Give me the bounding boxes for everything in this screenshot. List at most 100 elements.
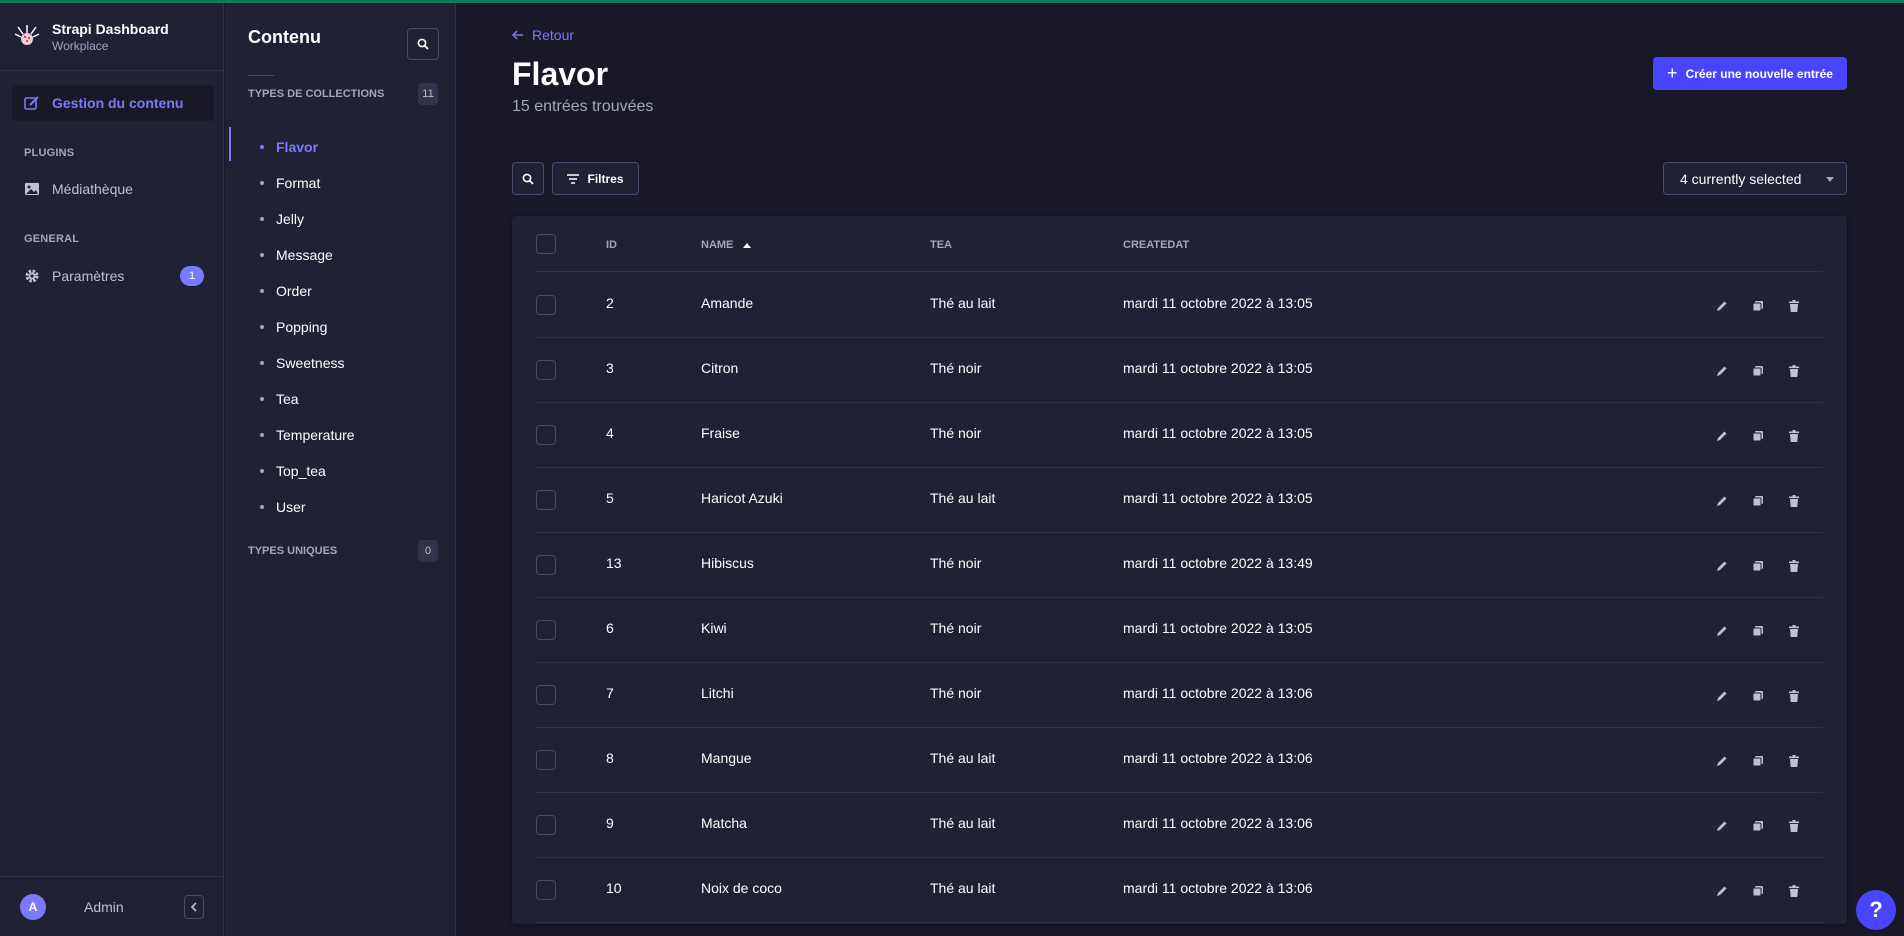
collection-item-jelly[interactable]: Jelly <box>248 204 455 234</box>
collection-item-popping[interactable]: Popping <box>248 312 455 342</box>
collection-item-label: Popping <box>276 319 328 335</box>
nav-item-settings[interactable]: Paramètres 1 <box>24 266 204 286</box>
duplicate-button[interactable] <box>1740 361 1776 381</box>
delete-button[interactable] <box>1776 361 1812 381</box>
pencil-icon <box>1716 300 1728 312</box>
edit-button[interactable] <box>1704 621 1740 641</box>
edit-button[interactable] <box>1704 686 1740 706</box>
row-actions <box>1704 621 1812 641</box>
column-header-createdat[interactable]: CREATEDAT <box>1123 239 1189 251</box>
column-header-tea[interactable]: TEA <box>930 239 952 251</box>
duplicate-button[interactable] <box>1740 296 1776 316</box>
collection-item-message[interactable]: Message <box>248 240 455 270</box>
column-header-id[interactable]: ID <box>606 239 617 251</box>
table-row[interactable]: 10 Noix de coco Thé au lait mardi 11 octobr… <box>536 858 1823 923</box>
page-title: Flavor <box>512 56 609 92</box>
table-row[interactable]: 3 Citron Thé noir mardi 11 octobre 2022 à 1… <box>536 338 1823 403</box>
edit-button[interactable] <box>1704 881 1740 901</box>
collection-types-header[interactable]: TYPES DE COLLECTIONS 11 <box>248 83 438 105</box>
table-row[interactable]: 9 Matcha Thé au lait mardi 11 octobre 2022 … <box>536 793 1823 858</box>
avatar[interactable]: A <box>20 893 46 920</box>
duplicate-button[interactable] <box>1740 556 1776 576</box>
table-row[interactable]: 7 Litchi Thé noir mardi 11 octobre 2022 à 1… <box>536 663 1823 728</box>
row-actions <box>1704 361 1812 381</box>
duplicate-button[interactable] <box>1740 426 1776 446</box>
column-label: CREATEDAT <box>1123 239 1190 251</box>
collection-item-flavor[interactable]: Flavor <box>248 132 455 162</box>
edit-button[interactable] <box>1704 816 1740 836</box>
duplicate-button[interactable] <box>1740 751 1776 771</box>
delete-button[interactable] <box>1776 816 1812 836</box>
select-all-checkbox[interactable] <box>536 234 556 254</box>
displayed-columns-select[interactable]: 4 currently selected <box>1663 162 1847 195</box>
bullet-icon <box>260 181 264 185</box>
edit-button[interactable] <box>1704 751 1740 771</box>
column-header-name[interactable]: NAME <box>701 239 752 251</box>
nav-item-media-library[interactable]: Médiathèque <box>24 181 204 197</box>
help-button[interactable]: ? <box>1856 890 1896 930</box>
delete-button[interactable] <box>1776 556 1812 576</box>
collection-item-temperature[interactable]: Temperature <box>248 420 455 450</box>
collection-item-tea[interactable]: Tea <box>248 384 455 414</box>
back-link[interactable]: Retour <box>512 27 574 43</box>
table-row[interactable]: 2 Amande Thé au lait mardi 11 octobre 2022 … <box>536 273 1823 338</box>
pencil-icon <box>1716 430 1728 442</box>
edit-button[interactable] <box>1704 556 1740 576</box>
collection-types-label: TYPES DE COLLECTIONS <box>248 88 385 100</box>
bullet-icon <box>260 505 264 509</box>
delete-button[interactable] <box>1776 296 1812 316</box>
create-entry-label: Créer une nouvelle entrée <box>1685 66 1833 81</box>
edit-button[interactable] <box>1704 361 1740 381</box>
row-checkbox[interactable] <box>536 880 556 900</box>
table-row[interactable]: 13 Hibiscus Thé noir mardi 11 octobre 2022 … <box>536 533 1823 598</box>
collection-item-order[interactable]: Order <box>248 276 455 306</box>
single-types-header[interactable]: TYPES UNIQUES 0 <box>248 540 438 562</box>
table-row[interactable]: 6 Kiwi Thé noir mardi 11 octobre 2022 à 13:… <box>536 598 1823 663</box>
table-row[interactable]: 8 Mangue Thé au lait mardi 11 octobre 2022 … <box>536 728 1823 793</box>
row-checkbox[interactable] <box>536 360 556 380</box>
cell-tea: Thé au lait <box>930 750 996 766</box>
back-link-label: Retour <box>532 27 575 43</box>
delete-button[interactable] <box>1776 751 1812 771</box>
row-checkbox[interactable] <box>536 815 556 835</box>
duplicate-button[interactable] <box>1740 686 1776 706</box>
row-checkbox[interactable] <box>536 750 556 770</box>
row-checkbox[interactable] <box>536 295 556 315</box>
row-checkbox[interactable] <box>536 620 556 640</box>
edit-button[interactable] <box>1704 426 1740 446</box>
collection-item-sweetness[interactable]: Sweetness <box>248 348 455 378</box>
subnav-search-button[interactable] <box>407 28 439 60</box>
search-icon <box>417 38 429 50</box>
delete-button[interactable] <box>1776 426 1812 446</box>
collapse-nav-button[interactable] <box>184 894 204 919</box>
edit-button[interactable] <box>1704 296 1740 316</box>
cell-id: 13 <box>606 555 622 571</box>
user-name[interactable]: Admin <box>84 899 124 915</box>
duplicate-button[interactable] <box>1740 621 1776 641</box>
table-row[interactable]: 5 Haricot Azuki Thé au lait mardi 11 octobr… <box>536 468 1823 533</box>
brand[interactable]: Strapi Dashboard Workplace <box>0 3 223 71</box>
table-row[interactable]: 4 Fraise Thé noir mardi 11 octobre 2022 à 1… <box>536 403 1823 468</box>
row-checkbox[interactable] <box>536 555 556 575</box>
duplicate-button[interactable] <box>1740 881 1776 901</box>
pencil-icon <box>1716 365 1728 377</box>
delete-button[interactable] <box>1776 491 1812 511</box>
collection-item-format[interactable]: Format <box>248 168 455 198</box>
create-entry-button[interactable]: + Créer une nouvelle entrée <box>1653 57 1847 90</box>
cell-id: 5 <box>606 490 614 506</box>
edit-button[interactable] <box>1704 491 1740 511</box>
delete-button[interactable] <box>1776 621 1812 641</box>
row-checkbox[interactable] <box>536 425 556 445</box>
row-checkbox[interactable] <box>536 490 556 510</box>
row-checkbox[interactable] <box>536 685 556 705</box>
table-search-button[interactable] <box>512 162 544 195</box>
collection-item-top-tea[interactable]: Top_tea <box>248 456 455 486</box>
delete-button[interactable] <box>1776 881 1812 901</box>
duplicate-button[interactable] <box>1740 491 1776 511</box>
nav-item-content-manager[interactable]: Gestion du contenu <box>12 85 214 121</box>
duplicate-button[interactable] <box>1740 816 1776 836</box>
collection-item-user[interactable]: User <box>248 492 455 522</box>
delete-button[interactable] <box>1776 686 1812 706</box>
collection-item-label: User <box>276 499 306 515</box>
filters-button[interactable]: Filtres <box>552 162 639 195</box>
